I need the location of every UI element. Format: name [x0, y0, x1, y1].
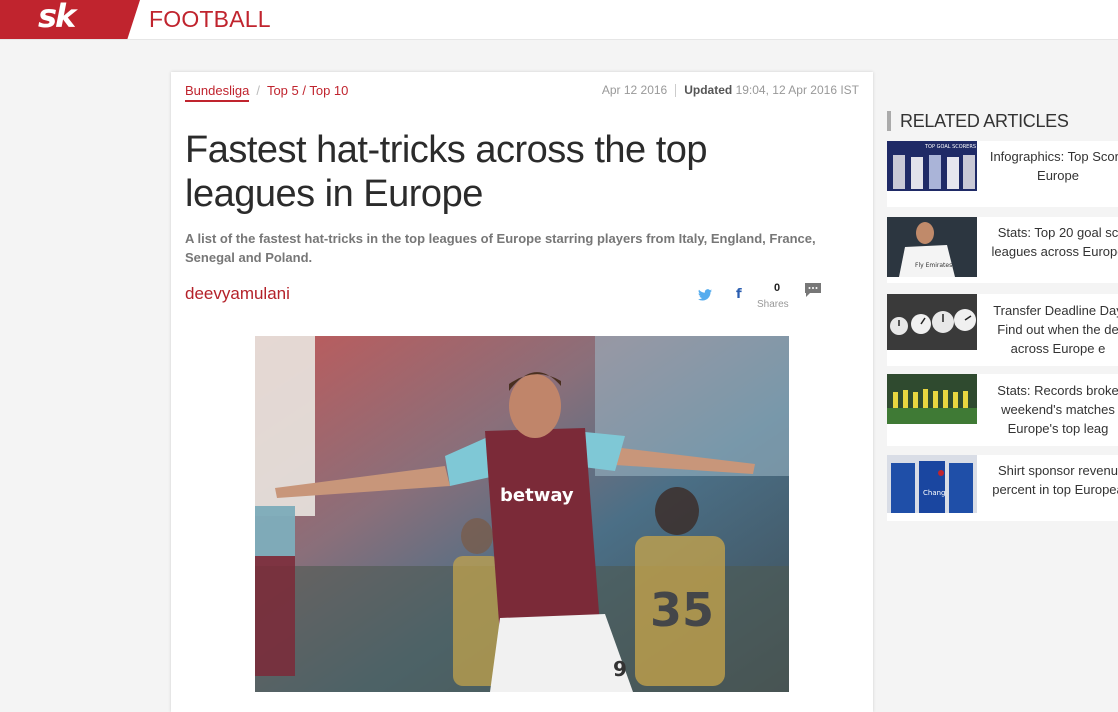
site-logo[interactable]: sk	[0, 0, 140, 39]
related-title[interactable]: Stats: Records broke weekend's matches E…	[983, 381, 1118, 438]
related-thumb-image	[887, 374, 977, 424]
breadcrumb-separator: /	[256, 83, 260, 98]
related-item[interactable]: Transfer Deadline Day Find out when the …	[887, 294, 1118, 366]
related-title[interactable]: Transfer Deadline Day Find out when the …	[983, 301, 1118, 358]
related-item[interactable]: Stats: Records broke weekend's matches E…	[887, 374, 1118, 446]
related-title-line: Stats: Records broke	[997, 383, 1118, 398]
article-card: Bundesliga / Top 5 / Top 10 Apr 12 2016 Upd…	[171, 72, 873, 712]
share-label: Shares	[757, 299, 789, 310]
related-thumb-label: TOP GOAL SCORERS	[924, 144, 976, 150]
updated-time: 19:04, 12 Apr 2016 IST	[735, 83, 859, 97]
related-item[interactable]: Fly Emirates Stats: Top 20 goal sc leagu…	[887, 217, 1118, 283]
related-title-line: Transfer Deadline Day	[993, 303, 1118, 318]
related-title-line: Europe's top leag	[1007, 421, 1109, 436]
related-thumbnail[interactable]: Fly Emirates	[887, 217, 977, 277]
author-link[interactable]: deevyamulani	[185, 284, 290, 304]
related-title-line: across Europe e	[1010, 341, 1106, 356]
related-title-line: percent in top Europea	[992, 482, 1118, 497]
date-divider	[675, 84, 677, 98]
breadcrumb-bundesliga[interactable]: Bundesliga	[185, 83, 250, 102]
related-title-line: weekend's matches	[1001, 402, 1115, 417]
related-title[interactable]: Infographics: Top Score Europe	[983, 147, 1118, 185]
article-summary: A list of the fastest hat-tricks in the …	[185, 231, 816, 265]
related-thumb-image: Chang	[887, 455, 977, 513]
related-thumb-image: Fly Emirates	[887, 217, 977, 277]
article-hero-image: 35 betway 9	[255, 336, 789, 692]
share-count: 0	[773, 282, 781, 294]
hero-shorts-number: 9	[613, 657, 627, 681]
hero-photo: 35 betway 9	[255, 336, 789, 692]
facebook-icon[interactable]: f	[736, 287, 742, 302]
related-title-line: Europe	[1037, 168, 1079, 183]
updated-label: Updated	[684, 83, 733, 97]
related-item[interactable]: Chang Shirt sponsor revenu percent in to…	[887, 455, 1118, 521]
article-dates: Apr 12 2016 Updated 19:04, 12 Apr 2016 IS…	[601, 83, 859, 98]
related-thumb-label: Chang	[923, 489, 946, 497]
breadcrumb-top5-top10[interactable]: Top 5 / Top 10	[267, 83, 348, 98]
share-bar: f 0 Shares	[695, 282, 835, 316]
related-title-line: leagues across Europe	[991, 244, 1118, 259]
hero-player-number: 35	[650, 583, 714, 637]
comment-icon[interactable]	[804, 282, 822, 298]
related-title[interactable]: Stats: Top 20 goal sc leagues across Eur…	[983, 223, 1118, 261]
section-title[interactable]: FOOTBALL	[149, 6, 271, 33]
related-thumbnail[interactable]: TOP GOAL SCORERS	[887, 141, 977, 191]
related-title-line: Stats: Top 20 goal sc	[997, 225, 1118, 240]
related-thumb-image: TOP GOAL SCORERS	[887, 141, 977, 191]
twitter-icon[interactable]	[698, 289, 712, 301]
breadcrumb: Bundesliga / Top 5 / Top 10	[185, 83, 348, 102]
related-thumbnail[interactable]	[887, 374, 977, 424]
related-item[interactable]: TOP GOAL SCORERS Infographics: Top Score…	[887, 141, 1118, 207]
top-bar: sk FOOTBALL	[0, 0, 1118, 40]
related-title-line: Infographics: Top Score	[989, 149, 1118, 164]
related-thumbnail[interactable]: Chang	[887, 455, 977, 513]
logo-text: sk	[38, 0, 76, 35]
related-title[interactable]: Shirt sponsor revenu percent in top Euro…	[983, 461, 1118, 499]
related-thumb-image	[887, 294, 977, 350]
related-thumb-label: Fly Emirates	[915, 262, 952, 269]
published-date: Apr 12 2016	[601, 83, 668, 97]
related-title-line: Find out when the de	[997, 322, 1118, 337]
related-thumbnail[interactable]	[887, 294, 977, 350]
article-title: Fastest hat-tricks across the top league…	[185, 129, 708, 215]
related-articles-heading: RELATED ARTICLES	[887, 111, 1069, 131]
related-title-line: Shirt sponsor revenu	[998, 463, 1118, 478]
hero-shirt-sponsor: betway	[500, 485, 574, 506]
